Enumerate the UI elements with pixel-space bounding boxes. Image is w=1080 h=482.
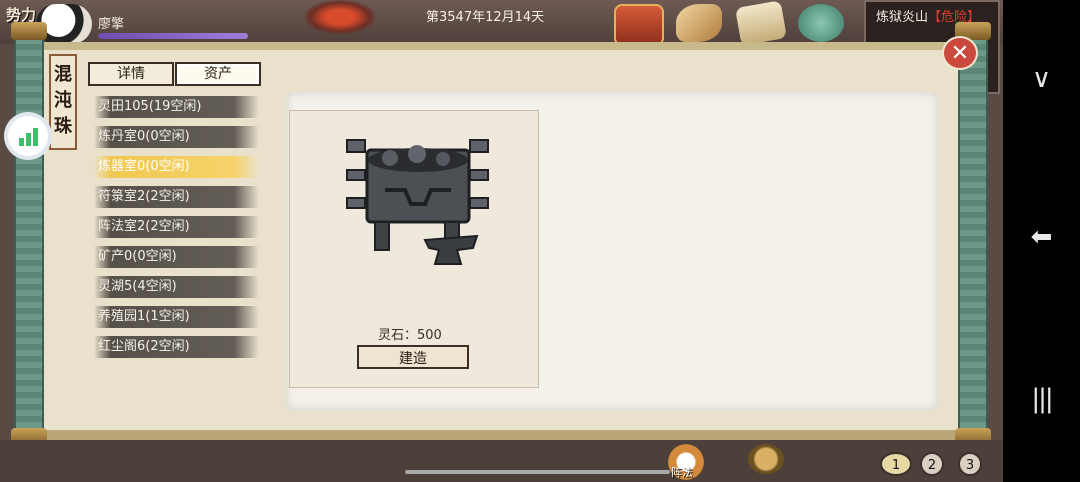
room-item-alchemy-room[interactable]: 炼丹室0(0空闲) xyxy=(94,126,259,148)
room-item-spirit-field[interactable]: 灵田105(19空闲) xyxy=(94,96,259,118)
refresh-icon[interactable] xyxy=(748,444,784,474)
forge-furnace-icon xyxy=(346,139,489,265)
scroll-rod-left xyxy=(14,24,44,456)
location-name: 炼狱炎山 xyxy=(876,10,929,25)
room-item-talisman-room[interactable]: 符箓室2(2空闲) xyxy=(94,186,259,208)
player-name: 廖擎 xyxy=(98,17,125,32)
signal-bars-icon[interactable] xyxy=(8,116,48,156)
game-date: 第3547年12月14天 xyxy=(426,10,545,25)
scroll-title-tag: 混 沌 珠 xyxy=(49,54,77,150)
menu-icon[interactable]: ||| xyxy=(1003,384,1080,414)
cost-label: 灵石：500 xyxy=(378,328,442,343)
chevron-down-icon[interactable]: ∨ xyxy=(1003,64,1080,94)
scroll-rod-right xyxy=(958,24,988,456)
scroll-icon[interactable] xyxy=(735,0,787,46)
room-item-spirit-lake[interactable]: 灵湖5(4空闲) xyxy=(94,276,259,298)
room-item-formation-room[interactable]: 阵法室2(2空闲) xyxy=(94,216,259,238)
bottom-bar xyxy=(0,440,1003,482)
player-status-bar xyxy=(98,33,248,39)
signal-bar xyxy=(33,128,38,146)
system-nav-bar: ∨ ⬅ ||| xyxy=(1003,0,1080,482)
page-button-1[interactable]: 1 xyxy=(880,452,912,476)
tab-details[interactable]: 详情 xyxy=(88,62,174,86)
beast-icon[interactable] xyxy=(798,4,844,42)
tab-assets[interactable]: 资产 xyxy=(175,62,261,86)
flame-emblem-icon[interactable] xyxy=(305,0,375,34)
page-button-2[interactable]: 2 xyxy=(920,452,944,476)
back-icon[interactable]: ⬅ xyxy=(1003,222,1080,252)
build-button[interactable]: 建造 xyxy=(357,345,469,369)
room-item-forge-room[interactable]: 炼器室0(0空闲) xyxy=(94,156,259,178)
treasure-chest-icon[interactable] xyxy=(614,4,664,46)
rod-cap-top-left xyxy=(11,22,47,40)
close-icon[interactable]: ✕ xyxy=(942,36,978,70)
scroll-title: 混 沌 珠 xyxy=(54,64,72,137)
top-hud: 势力 廖擎 第3547年12月14天 xyxy=(0,0,1003,46)
signal-bar xyxy=(26,133,31,146)
signal-bar xyxy=(19,138,24,146)
room-item-breeding-garden[interactable]: 养殖园1(1空闲) xyxy=(94,306,259,328)
room-item-red-dust-pavilion[interactable]: 红尘阁6(2空闲) xyxy=(94,336,259,358)
page-button-3[interactable]: 3 xyxy=(958,452,982,476)
horn-icon[interactable] xyxy=(676,4,722,42)
formation-label: 阵法 xyxy=(671,466,693,479)
room-item-mine[interactable]: 矿产0(0空闲) xyxy=(94,246,259,268)
home-indicator[interactable] xyxy=(405,470,670,474)
formation-button[interactable]: 阵法 xyxy=(663,444,709,480)
